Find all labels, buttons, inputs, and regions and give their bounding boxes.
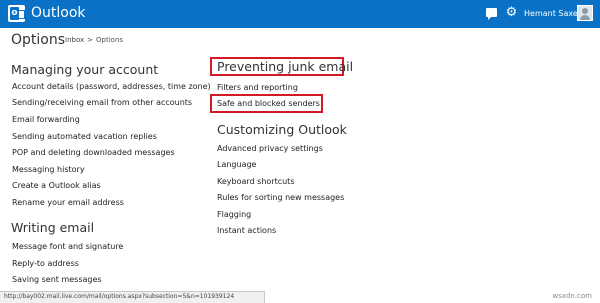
rename-email-link[interactable]: Rename your email address	[12, 197, 124, 208]
saving-sent-link[interactable]: Saving sent messages	[12, 274, 102, 285]
top-bar: o Outlook ⚙ Hemant Saxena	[0, 0, 600, 28]
gear-icon[interactable]: ⚙	[505, 6, 518, 19]
managing-account-heading: Managing your account	[11, 62, 159, 77]
keyboard-shortcuts-link[interactable]: Keyboard shortcuts	[217, 176, 294, 187]
email-forwarding-link[interactable]: Email forwarding	[12, 114, 80, 125]
status-bar-url: http://bay002.mail.live.com/mail/options…	[0, 291, 265, 303]
create-alias-link[interactable]: Create a Outlook alias	[12, 180, 101, 191]
pop-deleting-link[interactable]: POP and deleting downloaded messages	[12, 147, 175, 158]
instant-actions-link[interactable]: Instant actions	[217, 225, 276, 236]
breadcrumb: Inbox > Options	[65, 35, 123, 45]
page-title: Options	[11, 32, 66, 48]
customizing-outlook-heading: Customizing Outlook	[217, 122, 347, 137]
breadcrumb-inbox-link[interactable]: Inbox	[65, 36, 84, 44]
avatar[interactable]	[577, 5, 593, 21]
filters-reporting-link[interactable]: Filters and reporting	[217, 82, 298, 93]
account-details-link[interactable]: Account details (password, addresses, ti…	[12, 81, 211, 92]
chat-icon[interactable]	[486, 8, 497, 20]
breadcrumb-current: Options	[96, 36, 124, 44]
outlook-logo-icon[interactable]: o	[8, 5, 25, 22]
language-link[interactable]: Language	[217, 159, 256, 170]
safe-blocked-senders-link[interactable]: Safe and blocked senders	[217, 98, 320, 109]
vacation-replies-link[interactable]: Sending automated vacation replies	[12, 131, 157, 142]
junk-email-heading: Preventing junk email	[217, 59, 354, 74]
sending-receiving-link[interactable]: Sending/receiving email from other accou…	[12, 97, 192, 108]
reply-to-link[interactable]: Reply-to address	[12, 258, 79, 269]
watermark: wsxdn.com	[552, 292, 592, 300]
breadcrumb-separator: >	[87, 36, 94, 44]
message-font-link[interactable]: Message font and signature	[12, 241, 123, 252]
flagging-link[interactable]: Flagging	[217, 209, 251, 220]
sorting-rules-link[interactable]: Rules for sorting new messages	[217, 192, 344, 203]
app-brand[interactable]: Outlook	[31, 4, 86, 22]
writing-email-heading: Writing email	[11, 220, 95, 235]
advanced-privacy-link[interactable]: Advanced privacy settings	[217, 143, 323, 154]
messaging-history-link[interactable]: Messaging history	[12, 164, 85, 175]
